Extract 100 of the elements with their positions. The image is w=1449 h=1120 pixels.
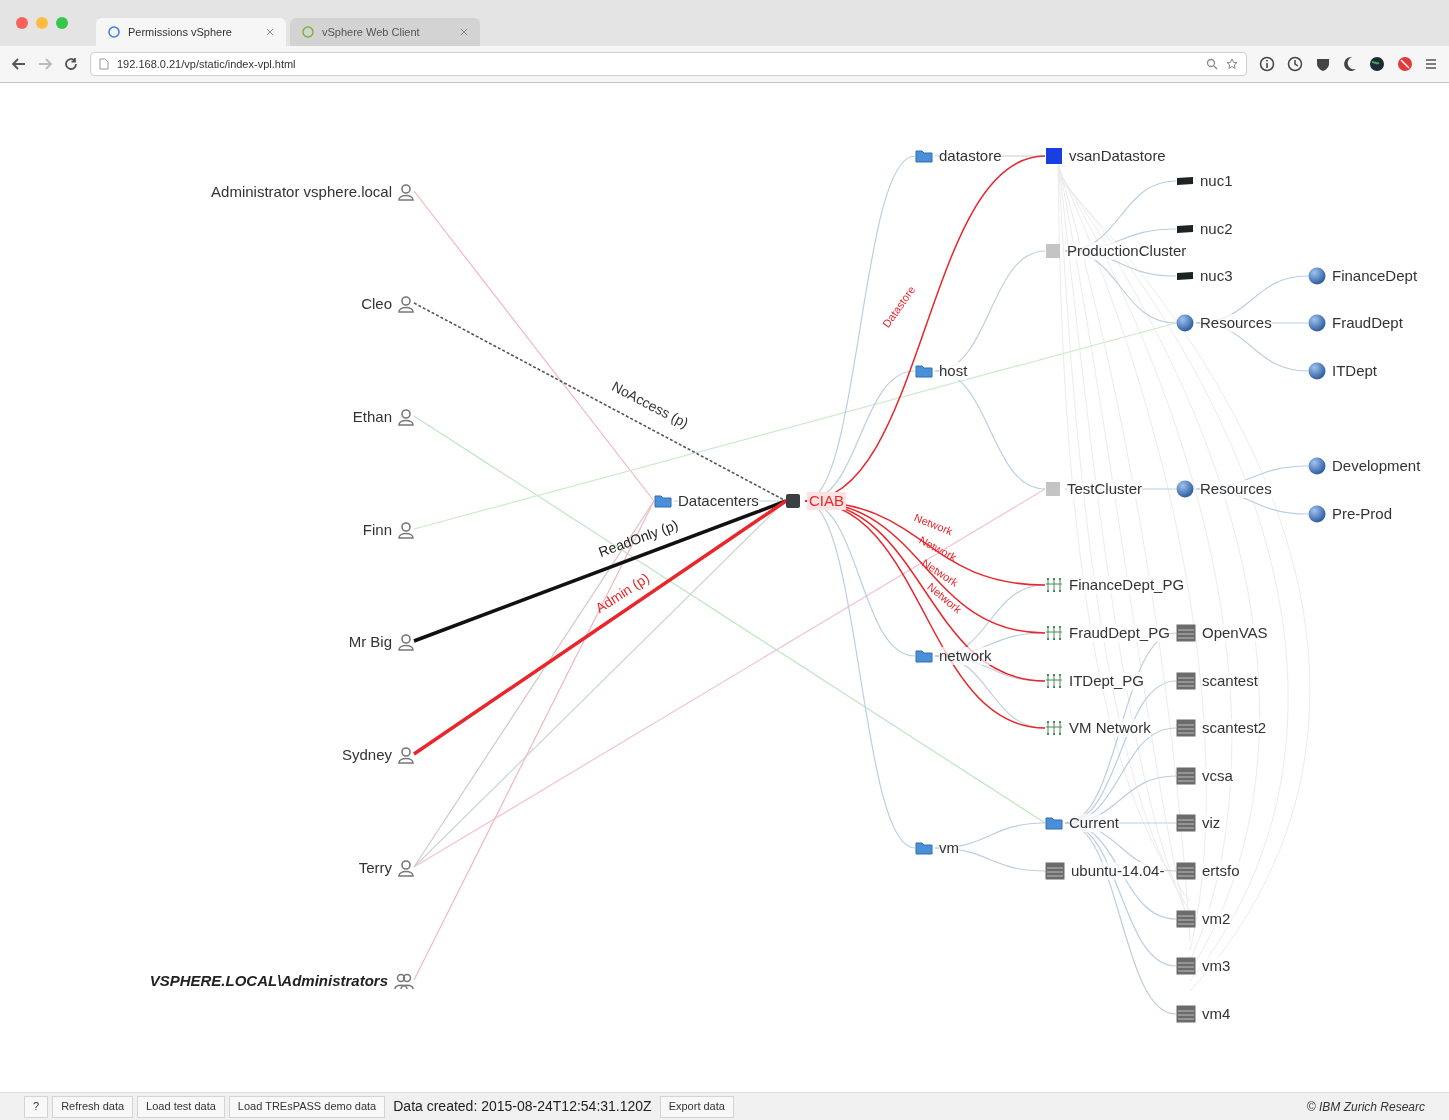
back-icon[interactable] (12, 58, 26, 70)
toolbar-button[interactable]: Refresh data (52, 1095, 134, 1118)
folder-icon (915, 841, 933, 855)
network-icon (1045, 625, 1063, 641)
node-label: Development (1332, 457, 1421, 475)
node-label: ertsfo (1202, 862, 1240, 880)
node-label: ITDept_PG (1069, 672, 1145, 690)
user-icon (398, 633, 414, 652)
node-label: vm3 (1202, 957, 1231, 975)
datastore-icon (1045, 147, 1063, 165)
sphere-icon (1308, 314, 1326, 332)
user-name: Mr Big (348, 632, 392, 652)
network-icon (1045, 673, 1063, 689)
user-name: Cleo (361, 294, 392, 314)
sphere-icon (1176, 480, 1194, 498)
toolbar-button[interactable]: ? (24, 1095, 49, 1118)
server-icon (1176, 224, 1194, 234)
info-icon[interactable] (1259, 56, 1275, 72)
user-name: VSPHERE.LOCAL\Administrators (149, 971, 388, 991)
user-name: Ethan (352, 407, 392, 427)
browser-tab[interactable]: vSphere Web Client (290, 18, 480, 46)
user-name: Administrator vsphere.local (211, 182, 392, 202)
folder-icon (915, 649, 933, 663)
user-icon (398, 859, 414, 878)
sphere-icon (1176, 314, 1194, 332)
network-icon (1045, 577, 1063, 593)
browser-tab[interactable]: Permissions vSphere (96, 18, 286, 46)
close-icon[interactable] (266, 28, 274, 36)
node-label: FraudDept (1332, 314, 1403, 332)
user-icon (398, 521, 414, 540)
node-label: FinanceDept_PG (1069, 576, 1185, 594)
vm-icon (1045, 862, 1065, 880)
folder-icon (915, 364, 933, 378)
folder-icon (915, 149, 933, 163)
vm-icon (1176, 767, 1196, 785)
node-label: ProductionCluster (1067, 242, 1187, 260)
node-label: ubuntu-14.04- (1071, 862, 1165, 880)
user-icon (398, 295, 414, 314)
menu-icon[interactable] (1425, 58, 1437, 70)
vm-icon (1176, 719, 1196, 737)
node-label: network (939, 647, 992, 665)
node-label: host (939, 362, 968, 380)
toolbar-button[interactable]: Load test data (137, 1095, 225, 1118)
user-name: Terry (358, 858, 392, 878)
cluster-icon (1045, 481, 1061, 497)
sphere-icon (1308, 505, 1326, 523)
user-icon (398, 408, 414, 427)
search-icon (1206, 58, 1218, 70)
moon-icon[interactable] (1343, 56, 1357, 72)
node-label: TestCluster (1067, 480, 1143, 498)
user-name: Finn (362, 520, 392, 540)
close-window-button[interactable] (16, 17, 28, 29)
toolbar-button[interactable]: Load TREsPASS demo data (228, 1095, 386, 1118)
data-created-text: Data created: 2015-08-24T12:54:31.120Z (393, 1097, 652, 1116)
datacenter-icon (785, 493, 801, 509)
stop-icon[interactable] (1397, 56, 1413, 72)
sphere-icon (1308, 362, 1326, 380)
page-icon (99, 58, 109, 70)
node-label: Current (1069, 814, 1120, 832)
node-label: scantest2 (1202, 719, 1267, 737)
vm-icon (1176, 814, 1196, 832)
sphere-icon (1308, 457, 1326, 475)
shield-icon[interactable] (1315, 56, 1331, 72)
folder-icon (654, 494, 672, 508)
globe-icon (108, 26, 120, 38)
reload-icon[interactable] (64, 57, 78, 71)
export-button[interactable]: Export data (659, 1095, 734, 1118)
node-label: VM Network (1069, 719, 1151, 737)
node-label: vcsa (1202, 767, 1233, 785)
network-icon (1045, 720, 1063, 736)
user-icon (398, 746, 414, 765)
node-label: Resources (1200, 480, 1272, 498)
node-label: viz (1202, 814, 1221, 832)
user-icon (398, 183, 414, 202)
cluster-icon (1045, 243, 1061, 259)
globe-icon[interactable] (1369, 56, 1385, 72)
node-label: FinanceDept (1332, 267, 1418, 285)
globe-icon (302, 26, 314, 38)
user-name: Sydney (341, 745, 392, 765)
node-label: scantest (1202, 672, 1258, 690)
sphere-icon (1308, 267, 1326, 285)
star-icon[interactable] (1226, 58, 1238, 70)
vm-icon (1176, 624, 1196, 642)
node-label: Resources (1200, 314, 1272, 332)
clock-icon[interactable] (1287, 56, 1303, 72)
node-label: OpenVAS (1202, 624, 1268, 642)
vm-icon (1176, 672, 1196, 690)
close-icon[interactable] (460, 28, 468, 36)
vm-icon (1176, 910, 1196, 928)
copyright-text: © IBM Zurich Researc (1306, 1098, 1425, 1116)
server-icon (1176, 176, 1194, 186)
node-label: vm2 (1202, 910, 1231, 928)
server-icon (1176, 271, 1194, 281)
folder-icon (1045, 816, 1063, 830)
vm-icon (1176, 862, 1196, 880)
address-bar[interactable]: 192.168.0.21/vp/static/index-vpl.html (90, 52, 1247, 76)
node-label: FraudDept_PG (1069, 624, 1170, 642)
vm-icon (1176, 1005, 1196, 1023)
vm-icon (1176, 957, 1196, 975)
user-group-icon (394, 972, 414, 991)
